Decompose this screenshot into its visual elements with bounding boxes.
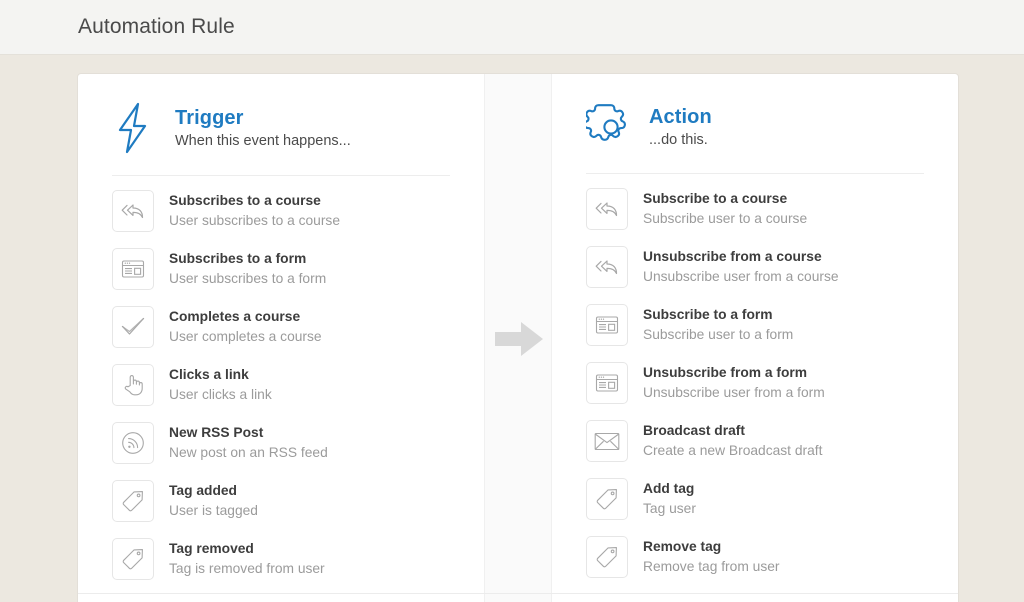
tag-icon — [112, 480, 154, 522]
checkmark-icon — [112, 306, 154, 348]
option-title: Unsubscribe from a form — [643, 364, 808, 380]
option-text: Tag added User is tagged — [169, 482, 258, 520]
option-title: Unsubscribe from a course — [643, 248, 822, 264]
option-title: Add tag — [643, 480, 695, 496]
option-description: New post on an RSS feed — [169, 444, 328, 460]
option-title: Clicks a link — [169, 366, 249, 382]
action-header-text: Action ...do this. — [649, 104, 712, 149]
option-description: Remove tag from user — [643, 558, 780, 574]
action-option-subscribe-to-a-form[interactable]: Subscribe to a form Subscribe user to a … — [586, 296, 924, 354]
option-text: Tag removed Tag is removed from user — [169, 540, 325, 578]
option-text: Subscribes to a course User subscribes t… — [169, 192, 340, 230]
option-title: Remove tag — [643, 538, 722, 554]
option-text: Subscribes to a form User subscribes to … — [169, 250, 326, 288]
option-description: Subscribe user to a course — [643, 210, 808, 226]
trigger-header-text: Trigger When this event happens... — [175, 105, 351, 150]
option-description: Subscribe user to a form — [643, 326, 794, 342]
trigger-title: Trigger — [175, 107, 244, 130]
action-column: Action ...do this. Subscribe to a course… — [552, 74, 958, 602]
action-option-subscribe-to-a-course[interactable]: Subscribe to a course Subscribe user to … — [586, 180, 924, 238]
option-title: Broadcast draft — [643, 422, 745, 438]
option-title: Subscribe to a form — [643, 306, 773, 322]
lightning-bolt-icon — [112, 102, 164, 154]
arrow-right-icon — [495, 322, 543, 356]
option-title: Tag removed — [169, 540, 254, 556]
trigger-subtitle: When this event happens... — [175, 133, 351, 150]
trigger-option-subscribes-to-a-course[interactable]: Subscribes to a course User subscribes t… — [112, 182, 450, 240]
option-description: Unsubscribe user from a form — [643, 384, 825, 400]
option-text: Subscribe to a course Subscribe user to … — [643, 190, 807, 228]
option-title: Subscribes to a form — [169, 250, 307, 266]
option-description: Unsubscribe user from a course — [643, 268, 839, 284]
option-text: Subscribe to a form Subscribe user to a … — [643, 306, 793, 344]
form-window-icon — [112, 248, 154, 290]
page-title: Automation Rule — [78, 15, 235, 38]
pointing-hand-icon — [112, 364, 154, 406]
gear-icon — [586, 102, 638, 152]
action-title: Action — [649, 106, 712, 129]
action-option-add-tag[interactable]: Add tag Tag user — [586, 470, 924, 528]
option-text: Unsubscribe from a form Unsubscribe user… — [643, 364, 825, 402]
option-description: Tag is removed from user — [169, 560, 325, 576]
trigger-option-tag-added[interactable]: Tag added User is tagged — [112, 472, 450, 530]
subscribe-arrow-icon — [112, 190, 154, 232]
option-description: User subscribes to a course — [169, 212, 340, 228]
automation-rule-card: Trigger When this event happens... Subsc… — [78, 74, 958, 602]
action-header: Action ...do this. — [586, 102, 924, 174]
top-header-bar: Automation Rule — [0, 0, 1024, 55]
card-footer-divider — [78, 593, 958, 594]
option-text: Unsubscribe from a course Unsubscribe us… — [643, 248, 839, 286]
option-title: Tag added — [169, 482, 237, 498]
option-title: New RSS Post — [169, 424, 264, 440]
subscribe-arrow-icon — [586, 188, 628, 230]
trigger-option-clicks-a-link[interactable]: Clicks a link User clicks a link — [112, 356, 450, 414]
action-option-unsubscribe-from-a-course[interactable]: Unsubscribe from a course Unsubscribe us… — [586, 238, 924, 296]
option-description: Tag user — [643, 500, 696, 516]
trigger-option-completes-a-course[interactable]: Completes a course User completes a cour… — [112, 298, 450, 356]
option-description: User completes a course — [169, 328, 322, 344]
trigger-option-new-rss-post[interactable]: New RSS Post New post on an RSS feed — [112, 414, 450, 472]
subscribe-arrow-icon — [586, 246, 628, 288]
tag-icon — [586, 536, 628, 578]
column-divider-gutter — [484, 74, 552, 602]
trigger-column: Trigger When this event happens... Subsc… — [78, 74, 484, 602]
tag-icon — [586, 478, 628, 520]
option-text: Clicks a link User clicks a link — [169, 366, 272, 404]
action-option-broadcast-draft[interactable]: Broadcast draft Create a new Broadcast d… — [586, 412, 924, 470]
option-text: Completes a course User completes a cour… — [169, 308, 322, 346]
option-title: Completes a course — [169, 308, 301, 324]
option-description: User clicks a link — [169, 386, 272, 402]
page-body: Trigger When this event happens... Subsc… — [0, 55, 1024, 602]
form-window-icon — [586, 304, 628, 346]
option-description: User is tagged — [169, 502, 258, 518]
option-text: Remove tag Remove tag from user — [643, 538, 780, 576]
option-text: Add tag Tag user — [643, 480, 696, 518]
form-window-icon — [586, 362, 628, 404]
action-option-unsubscribe-from-a-form[interactable]: Unsubscribe from a form Unsubscribe user… — [586, 354, 924, 412]
option-description: Create a new Broadcast draft — [643, 442, 823, 458]
trigger-option-subscribes-to-a-form[interactable]: Subscribes to a form User subscribes to … — [112, 240, 450, 298]
rss-icon — [112, 422, 154, 464]
option-title: Subscribe to a course — [643, 190, 788, 206]
option-text: New RSS Post New post on an RSS feed — [169, 424, 328, 462]
option-description: User subscribes to a form — [169, 270, 327, 286]
action-option-list: Subscribe to a course Subscribe user to … — [586, 180, 924, 586]
action-option-remove-tag[interactable]: Remove tag Remove tag from user — [586, 528, 924, 586]
tag-icon — [112, 538, 154, 580]
trigger-option-list: Subscribes to a course User subscribes t… — [112, 182, 450, 588]
trigger-option-tag-removed[interactable]: Tag removed Tag is removed from user — [112, 530, 450, 588]
action-subtitle: ...do this. — [649, 132, 708, 149]
option-text: Broadcast draft Create a new Broadcast d… — [643, 422, 822, 460]
option-title: Subscribes to a course — [169, 192, 321, 208]
trigger-header: Trigger When this event happens... — [112, 102, 450, 176]
envelope-icon — [586, 420, 628, 462]
